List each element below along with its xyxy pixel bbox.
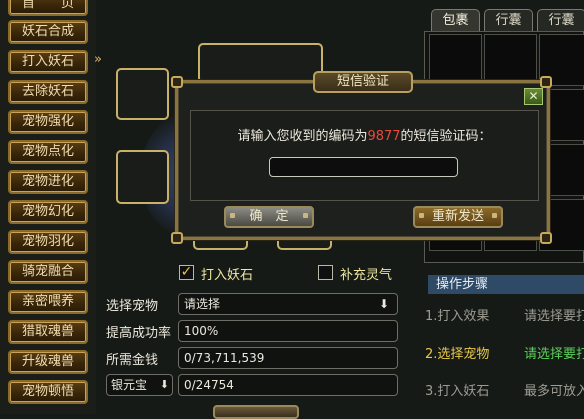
dialog-message: 请输入您收到的编码为9877的短信验证码： [190, 125, 539, 144]
currency-value: 银元宝 [111, 378, 148, 392]
sidebar-item-intimacy-feed[interactable]: 亲密喂养 [8, 290, 88, 314]
sidebar-item-pet-illusion[interactable]: 宠物幻化 [8, 200, 88, 224]
sidebar-item-pet-enlighten[interactable]: 宠物顿悟 [8, 380, 88, 404]
message-prefix: 请输入您收到的编码为 [237, 129, 368, 144]
dialog-corner-ornament [540, 76, 552, 88]
pet-slot-top[interactable] [198, 43, 323, 83]
resend-button[interactable]: 重新发送 [413, 206, 503, 228]
money-required-label: 所需金钱 [106, 353, 159, 368]
resend-button-label: 重新发送 [431, 209, 484, 224]
insert-stone-checkbox[interactable]: ✓ [179, 265, 194, 280]
message-suffix: 的短信验证码： [400, 129, 492, 144]
step-1-title: 1.打入效果 [425, 309, 490, 324]
money-required-field: 0/73,711,539 [178, 347, 398, 369]
sidebar-item-pet-feather[interactable]: 宠物羽化 [8, 230, 88, 254]
dialog-inner-panel [190, 110, 539, 201]
currency-dropdown[interactable]: 银元宝 ⬇ [106, 374, 173, 396]
dialog-corner-ornament [540, 232, 552, 244]
tab-pack-1[interactable]: 行囊 [484, 9, 533, 31]
step-1-desc: 请选择要打 [524, 309, 584, 324]
selected-arrow-icon: » [94, 52, 102, 67]
chevron-down-icon: ⬇ [159, 378, 169, 391]
sidebar-item-stone-synthesis[interactable]: 妖石合成 [8, 20, 88, 44]
left-sidebar: 首 页 妖石合成 打入妖石 去除妖石 宠物强化 宠物点化 宠物进化 宠物幻化 宠… [0, 0, 96, 414]
step-3-title: 3.打入妖石 [425, 384, 490, 399]
sms-code-input[interactable] [269, 157, 458, 177]
stone-slot-left-top[interactable] [116, 68, 169, 120]
sidebar-item-remove-stone[interactable]: 去除妖石 [8, 80, 88, 104]
confirm-button[interactable]: 确 定 [224, 206, 314, 228]
success-rate-label: 提高成功率 [106, 326, 172, 341]
step-2-title: 2.选择宠物 [425, 347, 490, 362]
dialog-title: 短信验证 [313, 71, 413, 93]
inventory-slot[interactable] [484, 34, 537, 86]
close-icon[interactable]: ✕ [524, 88, 543, 105]
sidebar-item-pet-evolve[interactable]: 宠物进化 [8, 170, 88, 194]
sidebar-item-mount-fusion[interactable]: 骑宠融合 [8, 260, 88, 284]
check-icon: ✓ [180, 264, 193, 280]
sidebar-item-pet-enhance[interactable]: 宠物强化 [8, 110, 88, 134]
dialog-corner-ornament [171, 76, 183, 88]
step-3-desc: 最多可放入 [524, 384, 584, 399]
select-pet-label: 选择宠物 [106, 299, 159, 314]
tab-bag[interactable]: 包裹 [431, 9, 480, 31]
refill-spirit-label: 补充灵气 [340, 268, 393, 283]
sms-code: 9877 [367, 129, 401, 144]
sidebar-item-insert-stone[interactable]: 打入妖石 [8, 50, 88, 74]
steps-header: 操作步骤 [428, 275, 584, 294]
inventory-slot[interactable] [429, 34, 482, 86]
bottom-action-button[interactable] [213, 405, 299, 419]
currency-amount-field: 0/24754 [178, 374, 398, 396]
refill-spirit-checkbox[interactable] [318, 265, 333, 280]
chevron-down-icon: ⬇ [378, 297, 389, 311]
success-rate-field: 100% [178, 320, 398, 342]
select-pet-dropdown[interactable]: 请选择 ⬇ [178, 293, 398, 315]
sidebar-item-hunt-soul-beast[interactable]: 猎取魂兽 [8, 320, 88, 344]
sidebar-item-home[interactable]: 首 页 [8, 0, 88, 16]
step-2-desc: 请选择要打 [524, 347, 584, 362]
stone-slot-left-bottom[interactable] [116, 150, 169, 204]
select-pet-value: 请选择 [184, 297, 221, 311]
confirm-button-label: 确 定 [249, 209, 289, 224]
dialog-corner-ornament [171, 232, 183, 244]
sidebar-item-pet-transmute[interactable]: 宠物点化 [8, 140, 88, 164]
insert-stone-label: 打入妖石 [201, 268, 254, 283]
sidebar-item-upgrade-soul-beast[interactable]: 升级魂兽 [8, 350, 88, 374]
tab-pack-2[interactable]: 行囊 [537, 9, 584, 31]
